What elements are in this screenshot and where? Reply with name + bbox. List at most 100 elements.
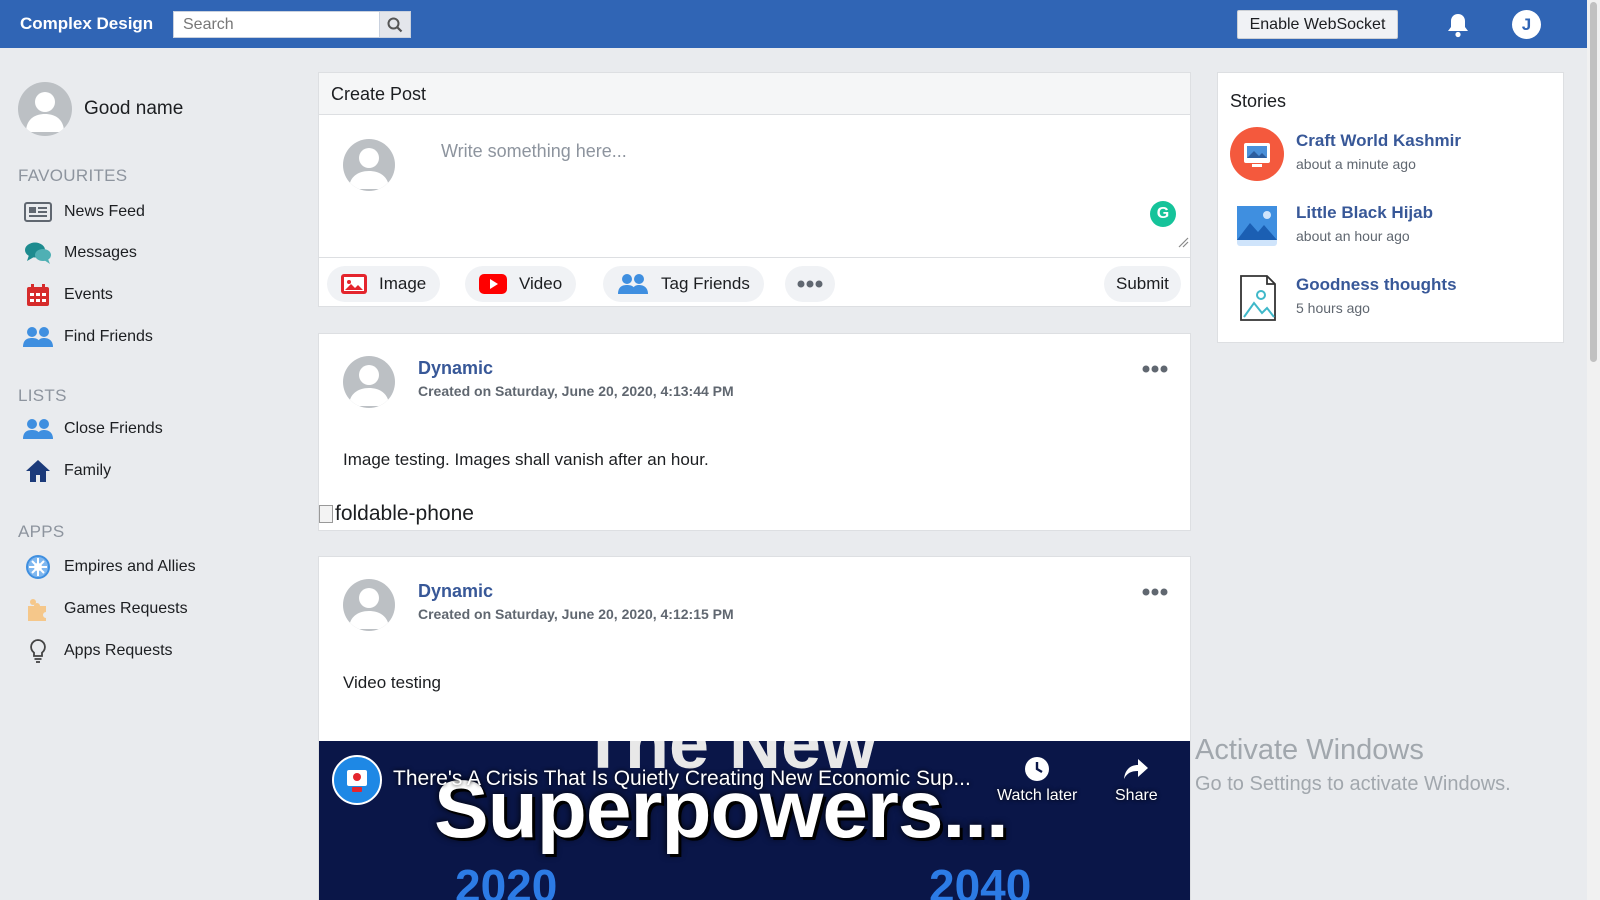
- image-button-label: Image: [379, 274, 427, 293]
- users-icon: [618, 274, 648, 294]
- watermark-title: Activate Windows: [1195, 734, 1424, 766]
- post-timestamp: Created on Saturday, June 20, 2020, 4:13…: [418, 383, 734, 399]
- section-title-favourites: FAVOURITES: [18, 166, 128, 185]
- post-options-icon[interactable]: [1142, 360, 1168, 378]
- user-avatar[interactable]: J: [1512, 10, 1541, 39]
- home-icon: [22, 457, 54, 485]
- gear-badge-icon: [22, 553, 54, 581]
- youtube-icon: [479, 274, 507, 294]
- person-silhouette-icon: [26, 92, 64, 132]
- video-thumbnail-year-left: 2020: [455, 860, 558, 900]
- sidebar-item-family[interactable]: Family: [22, 456, 111, 486]
- add-video-button[interactable]: Video: [465, 266, 577, 302]
- post-card: Dynamic Created on Saturday, June 20, 20…: [318, 556, 1191, 900]
- post-options-icon[interactable]: [1142, 583, 1168, 601]
- story-time: about a minute ago: [1296, 156, 1416, 172]
- share-button[interactable]: Share: [1115, 755, 1158, 805]
- grammarly-icon[interactable]: G: [1150, 201, 1176, 227]
- submit-button[interactable]: Submit: [1104, 266, 1181, 302]
- person-silhouette-icon: [349, 365, 389, 406]
- story-name[interactable]: Goodness thoughts: [1296, 275, 1457, 295]
- sidebar-item-empires-and-allies[interactable]: Empires and Allies: [22, 552, 196, 582]
- sidebar-item-news-feed[interactable]: News Feed: [22, 197, 145, 227]
- chat-bubbles-icon: [22, 239, 54, 267]
- stories-panel: Stories Craft World Kashmir about a minu…: [1217, 72, 1564, 343]
- sidebar-item-label: Empires and Allies: [64, 558, 196, 575]
- sidebar-item-label: Find Friends: [64, 328, 153, 345]
- post-body-text: Video testing: [343, 673, 441, 692]
- story-item[interactable]: Goodness thoughts 5 hours ago: [1230, 271, 1457, 325]
- sidebar-item-games-requests[interactable]: Games Requests: [22, 594, 188, 624]
- sidebar-item-find-friends[interactable]: Find Friends: [22, 322, 153, 352]
- resize-handle-icon[interactable]: [1177, 235, 1189, 253]
- embedded-video-player[interactable]: The New Superpowers... 2020 2040 There's…: [319, 741, 1190, 900]
- post-body-text: Image testing. Images shall vanish after…: [343, 450, 709, 469]
- watch-later-button[interactable]: Watch later: [997, 755, 1077, 805]
- enable-websocket-button[interactable]: Enable WebSocket: [1237, 10, 1398, 39]
- search-button[interactable]: [379, 12, 410, 37]
- share-label: Share: [1115, 787, 1158, 804]
- post-author-avatar[interactable]: [343, 579, 395, 631]
- post-timestamp: Created on Saturday, June 20, 2020, 4:12…: [418, 606, 734, 622]
- newspaper-icon: [22, 198, 54, 226]
- page-scrollbar[interactable]: [1587, 0, 1600, 900]
- channel-avatar[interactable]: [332, 755, 382, 805]
- users-icon: [22, 323, 54, 351]
- create-post-card: Create Post G Image Video Tag Friends Su…: [318, 72, 1191, 307]
- post-image[interactable]: foldable-phone: [319, 502, 474, 526]
- brand-logo[interactable]: Complex Design: [20, 14, 153, 34]
- post-author-avatar[interactable]: [343, 356, 395, 408]
- puzzle-icon: [22, 595, 54, 623]
- image-alt-text: foldable-phone: [335, 502, 474, 525]
- notifications-bell-icon[interactable]: [1446, 12, 1470, 43]
- more-options-button[interactable]: [785, 266, 835, 302]
- post-author-name[interactable]: Dynamic: [418, 358, 493, 379]
- add-image-button[interactable]: Image: [327, 266, 441, 302]
- story-thumbnail-icon: [1230, 127, 1284, 181]
- sidebar-item-label: Apps Requests: [64, 642, 173, 659]
- sidebar-item-label: Close Friends: [64, 420, 163, 437]
- video-title[interactable]: There's A Crisis That Is Quietly Creatin…: [393, 767, 971, 791]
- calendar-icon: [22, 281, 54, 309]
- sidebar-profile[interactable]: Good name: [18, 82, 183, 136]
- video-button-label: Video: [519, 274, 563, 293]
- sidebar-item-close-friends[interactable]: Close Friends: [22, 414, 163, 444]
- more-dots-icon: [797, 280, 823, 288]
- story-name[interactable]: Little Black Hijab: [1296, 203, 1433, 223]
- story-name[interactable]: Craft World Kashmir: [1296, 131, 1461, 151]
- profile-avatar: [18, 82, 72, 136]
- story-thumbnail-icon: [1230, 271, 1284, 325]
- composer-avatar: [343, 139, 395, 191]
- story-time: 5 hours ago: [1296, 300, 1370, 316]
- sidebar-item-label: Family: [64, 462, 112, 479]
- sidebar-item-label: Messages: [64, 244, 137, 261]
- profile-name: Good name: [84, 98, 184, 119]
- sidebar-item-label: Events: [64, 286, 113, 303]
- story-item[interactable]: Little Black Hijab about an hour ago: [1230, 199, 1433, 253]
- tag-friends-button[interactable]: Tag Friends: [603, 266, 764, 302]
- sidebar-item-messages[interactable]: Messages: [22, 238, 137, 268]
- watch-later-label: Watch later: [997, 787, 1078, 804]
- users-icon: [22, 415, 54, 443]
- story-item[interactable]: Craft World Kashmir about a minute ago: [1230, 127, 1461, 181]
- story-thumbnail-icon: [1230, 199, 1284, 253]
- create-post-title: Create Post: [319, 73, 1190, 115]
- stories-title: Stories: [1230, 91, 1287, 111]
- section-title-lists: LISTS: [18, 386, 67, 405]
- scrollbar-thumb[interactable]: [1590, 2, 1597, 362]
- post-author-name[interactable]: Dynamic: [418, 581, 493, 602]
- share-arrow-icon: [1124, 759, 1149, 779]
- watermark-subtitle: Go to Settings to activate Windows.: [1195, 773, 1511, 795]
- sidebar-item-label: Games Requests: [64, 600, 188, 617]
- person-silhouette-icon: [349, 148, 389, 189]
- search-input[interactable]: [174, 12, 380, 37]
- broken-image-icon: [319, 505, 333, 523]
- post-actions-bar: Image Video Tag Friends Submit: [319, 257, 1190, 307]
- story-time: about an hour ago: [1296, 228, 1410, 244]
- activate-windows-watermark: Activate Windows Go to Settings to activ…: [1195, 734, 1511, 796]
- section-title-apps: APPS: [18, 522, 65, 541]
- post-textarea[interactable]: [431, 131, 1171, 251]
- sidebar-item-apps-requests[interactable]: Apps Requests: [22, 636, 173, 666]
- clock-icon: [1025, 757, 1050, 781]
- sidebar-item-events[interactable]: Events: [22, 280, 113, 310]
